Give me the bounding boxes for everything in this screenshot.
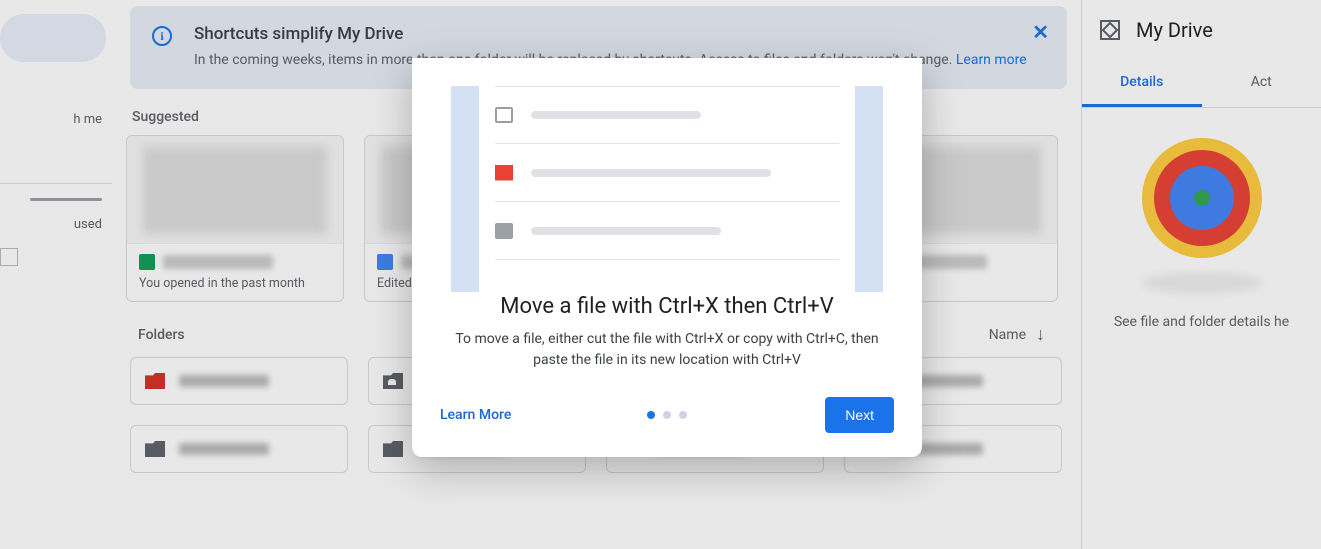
folder-icon [495,107,513,123]
next-button[interactable]: Next [825,397,894,433]
image-icon [495,165,513,181]
step-dot[interactable] [663,411,671,419]
step-dots [647,411,687,419]
step-dot[interactable] [647,411,655,419]
modal-title: Move a file with Ctrl+X then Ctrl+V [434,294,900,319]
modal-body: To move a file, either cut the file with… [452,329,882,371]
onboarding-modal: ✕ Move a file with Ctrl+X then Ctr [412,58,922,457]
learn-more-link[interactable]: Learn More [440,407,511,423]
doc-icon [495,223,513,239]
step-dot[interactable] [679,411,687,419]
modal-illustration [412,58,922,270]
